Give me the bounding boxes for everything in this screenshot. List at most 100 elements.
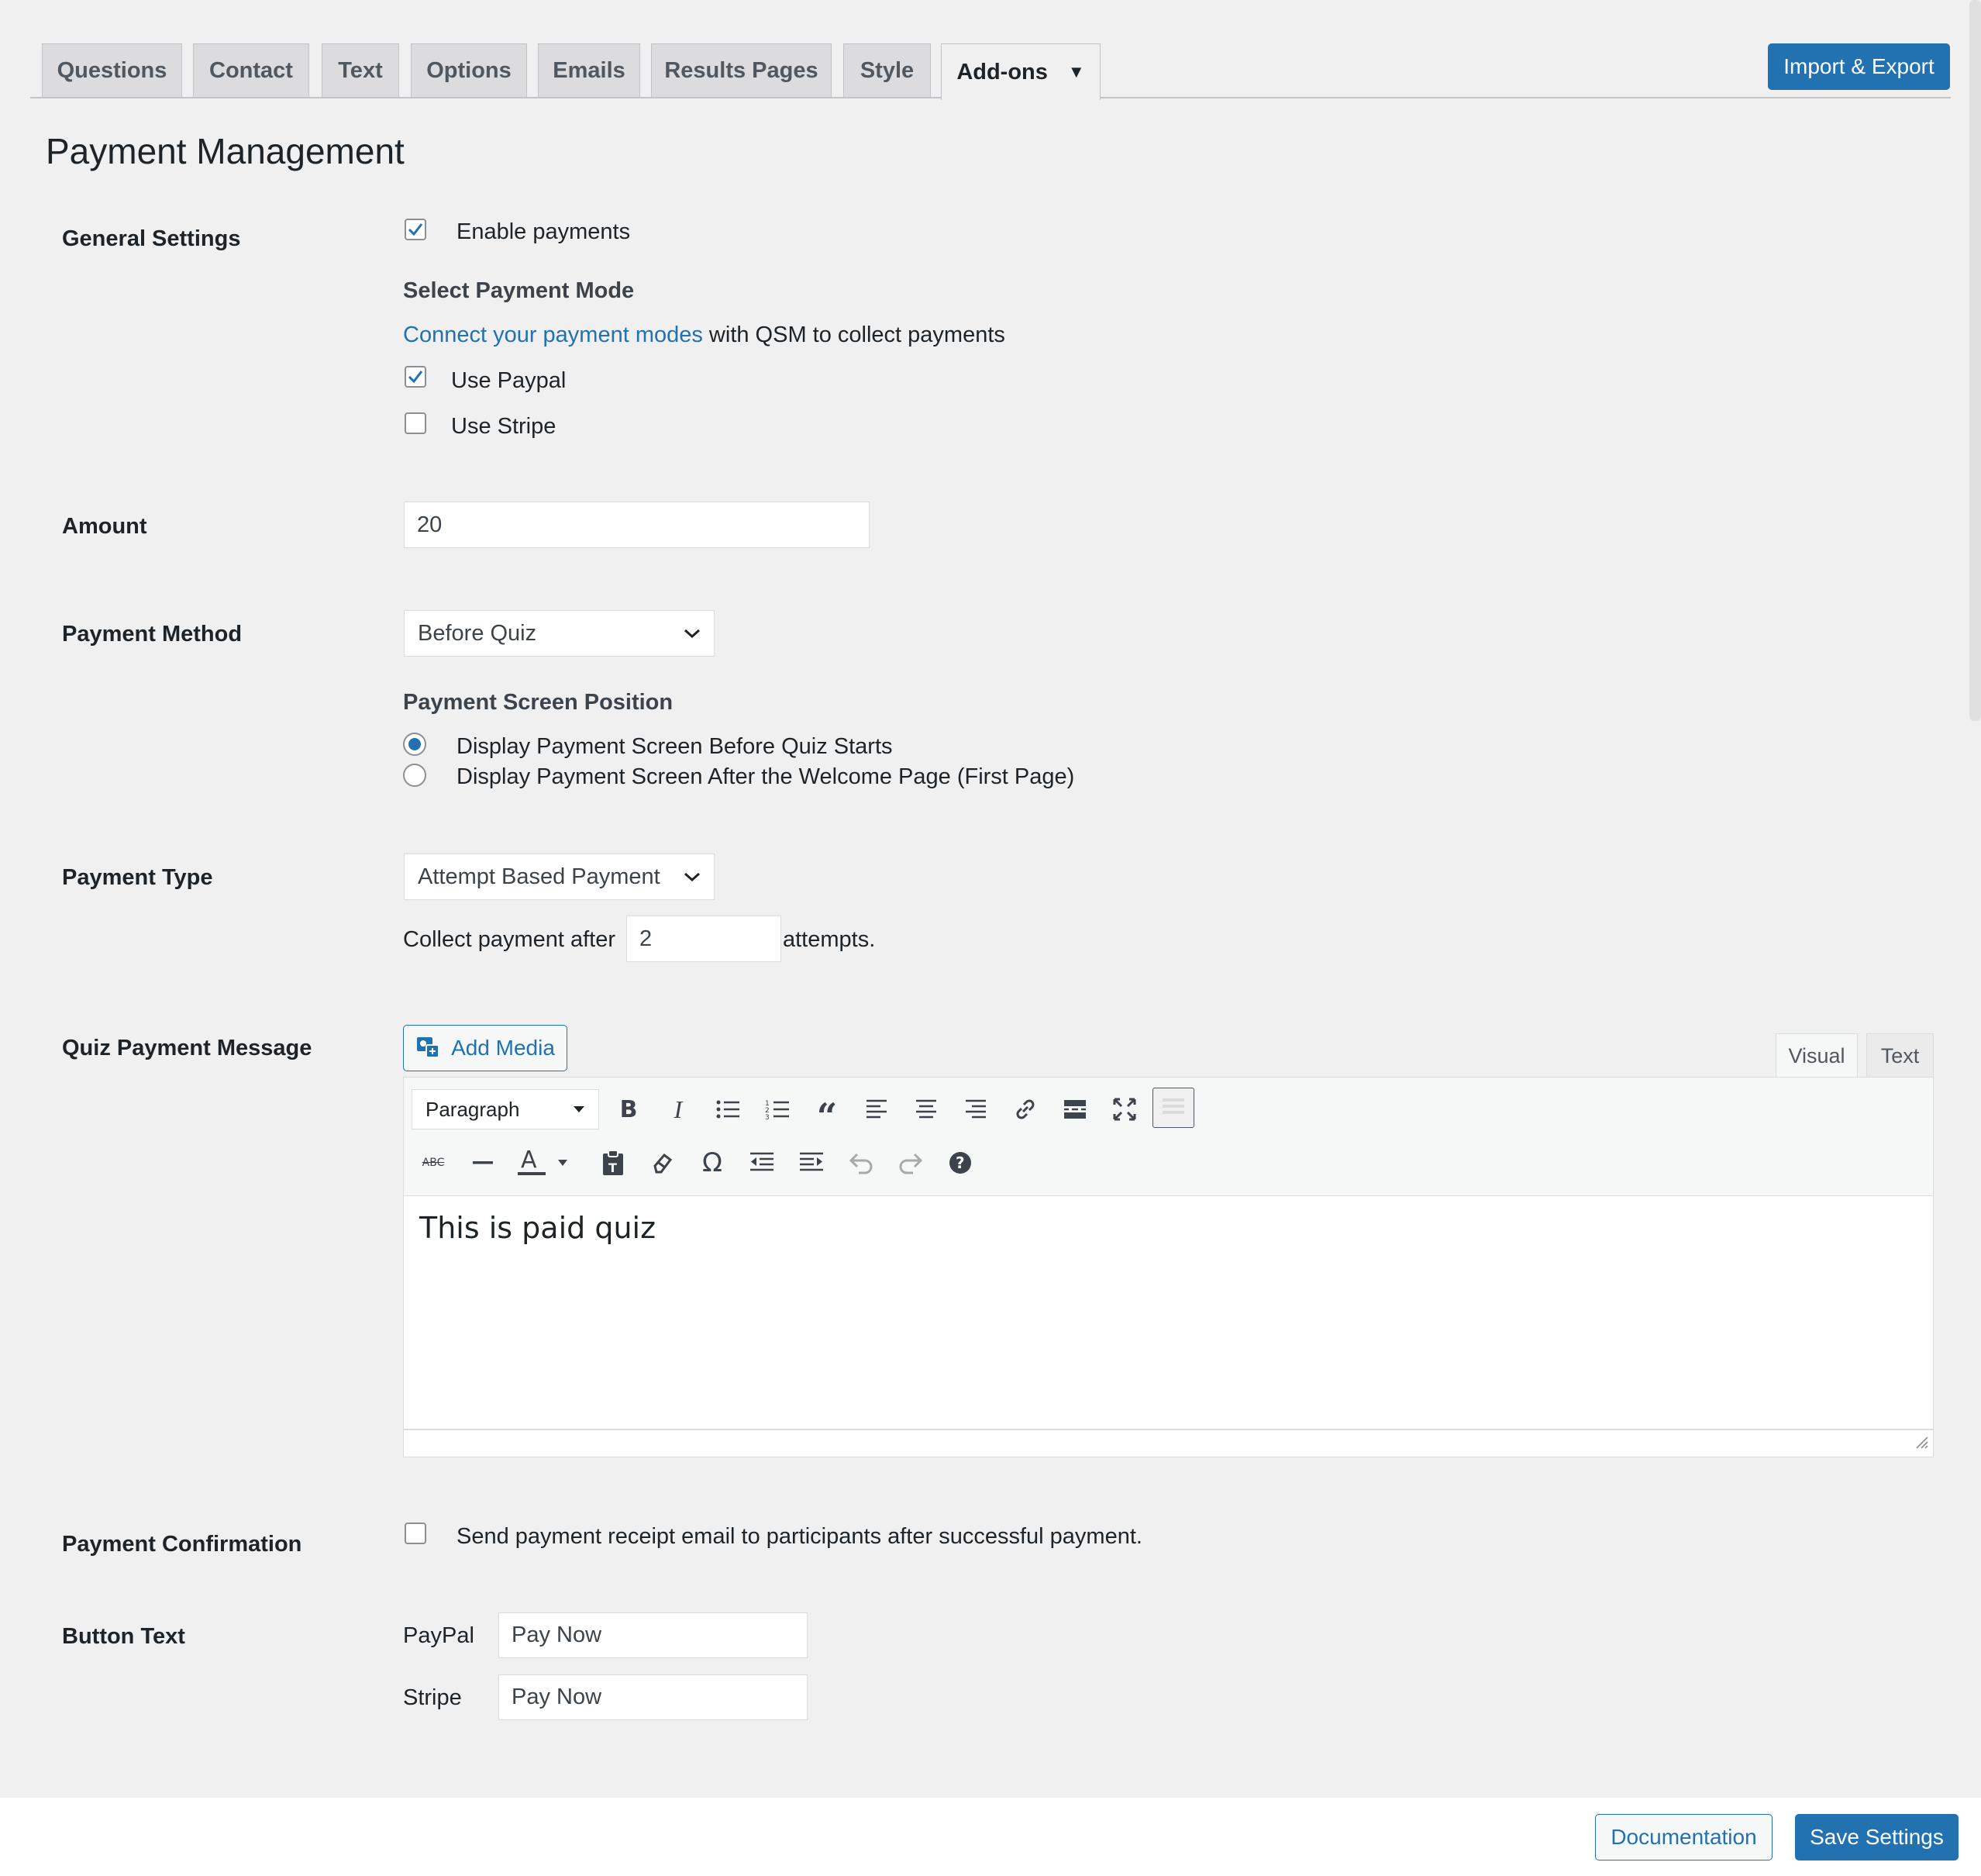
paste-text-icon[interactable]: T: [593, 1143, 633, 1183]
special-character-icon[interactable]: Ω: [692, 1143, 732, 1183]
stripe-label: Stripe: [403, 1685, 462, 1710]
stripe-button-text-input[interactable]: Pay Now: [498, 1674, 808, 1720]
format-select-value: Paragraph: [425, 1097, 520, 1121]
payment-confirmation-label: Payment Confirmation: [62, 1532, 302, 1557]
collect-prefix: Collect payment after: [403, 927, 616, 952]
tab-add-ons[interactable]: Add-ons ▼: [941, 43, 1101, 100]
documentation-label: Documentation: [1611, 1825, 1757, 1849]
outdent-icon[interactable]: [742, 1143, 782, 1183]
send-receipt-checkbox[interactable]: [405, 1523, 426, 1544]
text-color-icon[interactable]: A: [512, 1143, 574, 1183]
attempts-value: 2: [639, 926, 653, 951]
save-settings-button[interactable]: Save Settings: [1795, 1814, 1959, 1860]
tab-label: Add-ons: [956, 59, 1048, 84]
editor-tab-visual[interactable]: Visual: [1776, 1033, 1858, 1078]
tab-label: Questions: [57, 58, 167, 83]
enable-payments-label: Enable payments: [456, 219, 631, 244]
tab-style[interactable]: Style: [843, 43, 931, 98]
align-center-icon[interactable]: [906, 1089, 946, 1129]
rich-text-editor: Paragraph B I 123 “ ABC A T Ω ? This is …: [403, 1077, 1934, 1457]
redo-icon[interactable]: [891, 1143, 931, 1183]
import-export-label: Import & Export: [1783, 54, 1934, 78]
connect-payment-line: Connect your payment modes with QSM to c…: [403, 322, 1005, 348]
radio-dot: [408, 738, 421, 750]
tab-contact[interactable]: Contact: [193, 43, 309, 98]
caret-down-icon: ▼: [1067, 62, 1085, 81]
fullscreen-icon[interactable]: [1104, 1089, 1145, 1129]
payment-method-value: Before Quiz: [418, 620, 537, 646]
tab-text[interactable]: Text: [322, 43, 399, 98]
import-export-button[interactable]: Import & Export: [1768, 43, 1950, 90]
numbered-list-icon[interactable]: 123: [757, 1089, 798, 1129]
tab-label: Options: [426, 58, 512, 83]
horizontal-line-icon[interactable]: [463, 1143, 503, 1183]
use-paypal-checkbox[interactable]: [405, 366, 426, 388]
link-icon[interactable]: [1005, 1089, 1046, 1129]
svg-text:T: T: [608, 1160, 617, 1175]
editor-content[interactable]: This is paid quiz: [419, 1211, 656, 1245]
enable-payments-checkbox[interactable]: [405, 219, 426, 240]
connect-payment-modes-link[interactable]: Connect your payment modes: [403, 322, 703, 347]
strikethrough-icon[interactable]: ABC: [413, 1143, 453, 1183]
format-select[interactable]: Paragraph: [412, 1089, 599, 1129]
read-more-icon[interactable]: [1055, 1089, 1095, 1129]
svg-text:?: ?: [956, 1154, 965, 1172]
caret-down-icon: [574, 1106, 584, 1112]
blockquote-icon[interactable]: “: [807, 1089, 847, 1134]
bullet-list-icon[interactable]: [708, 1089, 748, 1129]
button-text-label: Button Text: [62, 1624, 185, 1649]
amount-input[interactable]: 20: [404, 502, 870, 548]
use-stripe-label: Use Stripe: [451, 414, 556, 439]
align-right-icon[interactable]: [956, 1089, 996, 1129]
documentation-button[interactable]: Documentation: [1595, 1814, 1773, 1860]
use-stripe-checkbox[interactable]: [405, 412, 426, 434]
undo-icon[interactable]: [841, 1143, 881, 1183]
bold-icon[interactable]: B: [608, 1089, 649, 1129]
payment-method-select[interactable]: Before Quiz: [404, 610, 715, 657]
add-media-label: Add Media: [451, 1036, 555, 1060]
footer-bar: Documentation Save Settings: [0, 1798, 1981, 1876]
toolbar-toggle-icon[interactable]: [1152, 1088, 1194, 1128]
editor-tab-label: Text: [1880, 1043, 1920, 1067]
resize-handle-icon[interactable]: [1914, 1434, 1929, 1450]
clear-formatting-icon[interactable]: [643, 1143, 683, 1183]
svg-text:3: 3: [765, 1114, 770, 1120]
attempts-input[interactable]: 2: [626, 916, 781, 962]
tab-label: Style: [860, 58, 915, 83]
italic-icon[interactable]: I: [658, 1089, 698, 1129]
tab-questions[interactable]: Questions: [42, 43, 182, 98]
editor-toolbar: Paragraph B I 123 “ ABC A T Ω ?: [404, 1078, 1933, 1196]
collect-suffix: attempts.: [783, 927, 876, 952]
amount-value: 20: [417, 512, 443, 537]
payment-method-label: Payment Method: [62, 622, 243, 647]
tab-results-pages[interactable]: Results Pages: [651, 43, 832, 98]
svg-text:A: A: [521, 1147, 537, 1174]
quiz-payment-message-label: Quiz Payment Message: [62, 1036, 312, 1060]
tab-label: Results Pages: [664, 58, 818, 83]
editor-tab-text[interactable]: Text: [1866, 1033, 1934, 1078]
help-icon[interactable]: ?: [940, 1143, 980, 1183]
paypal-button-text-value: Pay Now: [512, 1623, 602, 1647]
align-left-icon[interactable]: [856, 1089, 897, 1129]
amount-label: Amount: [62, 514, 147, 539]
payment-screen-position-title: Payment Screen Position: [403, 690, 674, 715]
connect-payment-text: with QSM to collect payments: [702, 322, 1005, 347]
payment-type-select[interactable]: Attempt Based Payment: [404, 854, 715, 900]
tab-label: Text: [338, 58, 383, 83]
check-icon: [408, 223, 423, 236]
tab-options[interactable]: Options: [411, 43, 527, 98]
stripe-button-text-value: Pay Now: [512, 1685, 602, 1709]
paypal-button-text-input[interactable]: Pay Now: [498, 1612, 808, 1658]
position-before-radio[interactable]: [403, 733, 426, 756]
editor-statusbar-divider: [404, 1429, 1933, 1430]
add-media-button[interactable]: Add Media: [403, 1025, 567, 1071]
check-icon: [408, 371, 423, 384]
position-after-radio[interactable]: [403, 764, 426, 787]
position-after-label: Display Payment Screen After the Welcome…: [456, 764, 1075, 789]
paypal-label: PayPal: [403, 1623, 474, 1648]
payment-type-value: Attempt Based Payment: [418, 864, 660, 889]
indent-icon[interactable]: [791, 1143, 832, 1183]
scrollbar[interactable]: [1969, 0, 1981, 721]
tab-emails[interactable]: Emails: [538, 43, 640, 98]
editor-tab-label: Visual: [1788, 1043, 1845, 1067]
